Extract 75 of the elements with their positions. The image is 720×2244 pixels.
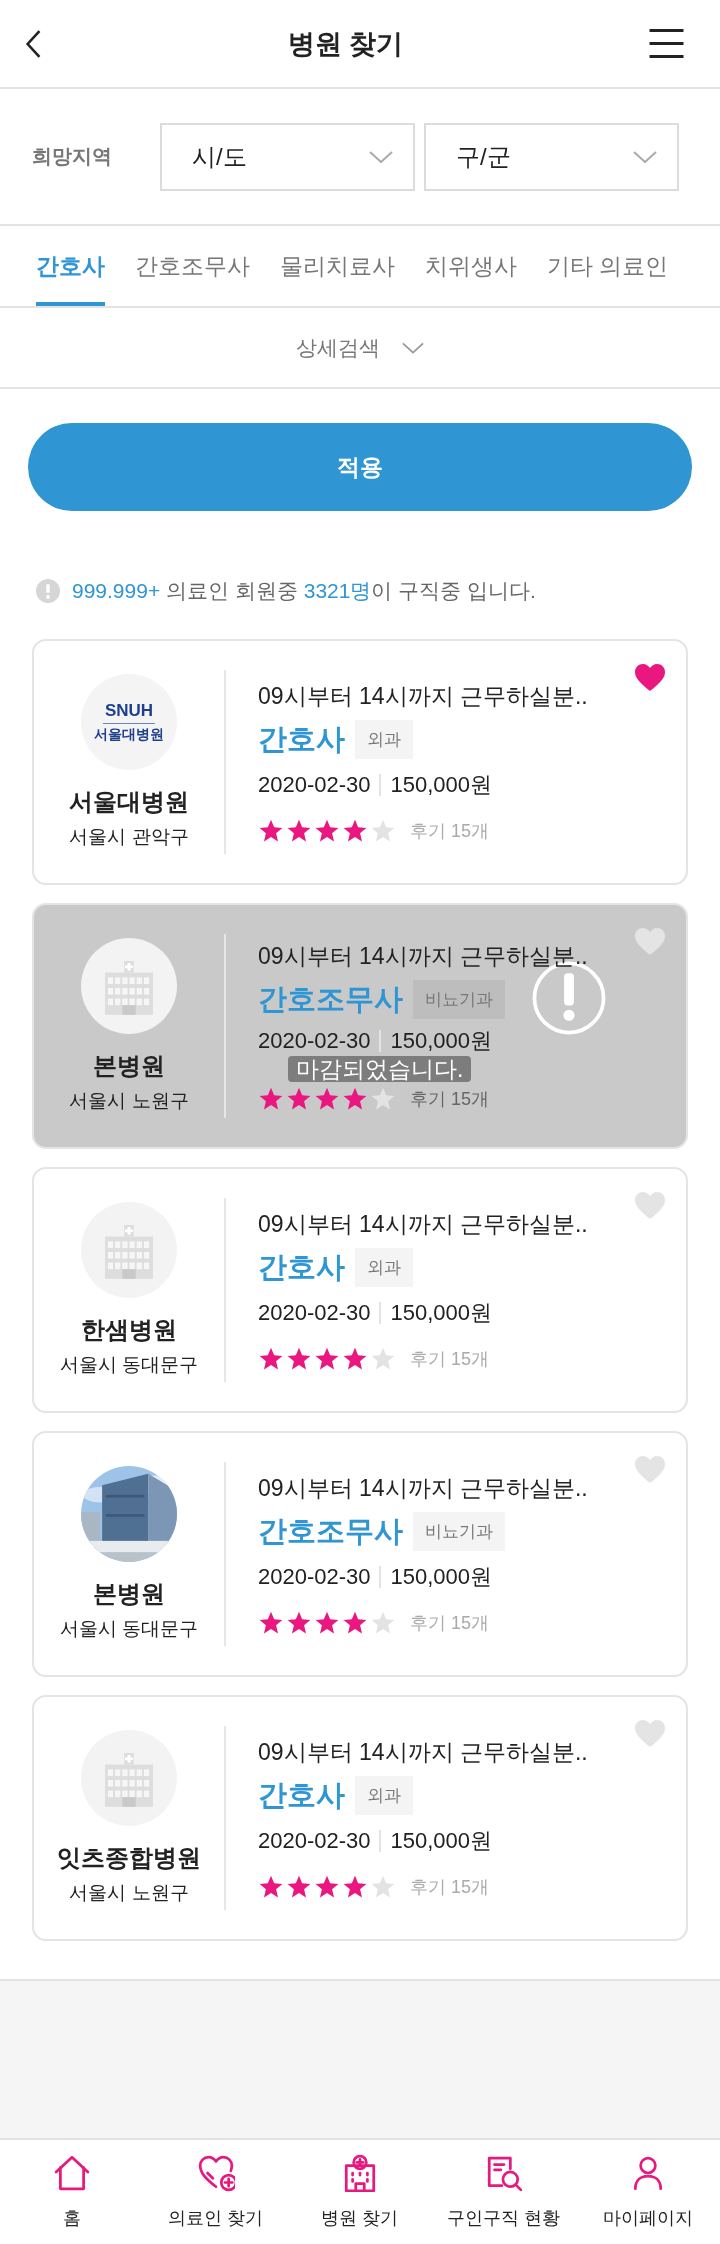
category-tab[interactable]: 간호조무사 [135, 226, 250, 306]
job-card[interactable]: 잇츠종합병원 서울시 노원구 09시부터 14시까지 근무하실분.. 간호사 외과 2020-02-30 150,000원 후기 15개 [32, 1695, 688, 1941]
job-card[interactable]: 본병원 서울시 노원구 09시부터 14시까지 근무하실분.. 간호조무사 비뇨기과 2020-02-30 150,000원 마감되었습니다. 후기 15개 [32, 903, 688, 1149]
nav-item[interactable]: 병원 찾기 [288, 2154, 432, 2230]
review-count: 후기 15개 [410, 1347, 490, 1371]
pay-amount: 150,000원 [389, 1562, 493, 1591]
nav-item[interactable]: 마이페이지 [576, 2154, 720, 2230]
nav-item[interactable]: 구인구직 현황 [432, 2154, 576, 2230]
job-title: 09시부터 14시까지 근무하실분.. [258, 681, 588, 711]
chevron-icon [402, 341, 424, 354]
category-tab[interactable]: 물리치료사 [280, 226, 395, 306]
posting-date: 2020-02-30 [258, 1301, 381, 1324]
hospital-icon [81, 938, 177, 1034]
detail-search-toggle[interactable]: 상세검색 [296, 333, 424, 362]
job-title: 09시부터 14시까지 근무하실분.. [258, 941, 588, 971]
job-card[interactable]: 한샘병원 서울시 동대문구 09시부터 14시까지 근무하실분.. 간호사 외과 2020-02-30 150,000원 후기 15개 [32, 1167, 688, 1413]
hospital-name: 서울대병원 [69, 787, 189, 817]
review-count: 후기 15개 [410, 1611, 490, 1635]
job-role: 간호조무사 [258, 1513, 403, 1549]
pay-amount: 150,000원 [389, 770, 493, 799]
job-role: 간호사 [258, 1777, 345, 1813]
hospital-location: 서울시 관악구 [69, 825, 189, 849]
document-search-icon [485, 2154, 523, 2192]
review-count: 후기 15개 [410, 1875, 490, 1899]
hospital-location: 서울시 노원구 [69, 1881, 189, 1905]
region-label: 희망지역 [32, 144, 113, 169]
category-tab[interactable]: 치위생사 [425, 226, 517, 306]
member-count-text: 999.999+ 의료인 회원중 3321명 이 구직중 입니다. [72, 578, 536, 604]
category-tab[interactable]: 기타 의료인 [547, 226, 669, 306]
department-tag: 외과 [355, 1776, 413, 1815]
department-tag: 외과 [355, 720, 413, 759]
hospital-name: 본병원 [93, 1579, 165, 1609]
job-title: 09시부터 14시까지 근무하실분.. [258, 1473, 588, 1503]
hospital-location: 서울시 동대문구 [59, 1353, 199, 1377]
department-tag: 외과 [355, 1248, 413, 1287]
posting-date: 2020-02-30 [258, 1829, 381, 1852]
hospital-location: 서울시 노원구 [69, 1089, 189, 1113]
job-card[interactable]: SNUH 서울대병원 서울대병원 서울시 관악구 09시부터 14시까지 근무하실분.. 간호사 외과 2020-02-30 150,000원 후기 15개 [32, 639, 688, 885]
hospital-name: 본병원 [93, 1051, 165, 1081]
hospital-name: 한샘병원 [81, 1315, 177, 1345]
region-select[interactable]: 구/군 [424, 122, 679, 191]
posting-date: 2020-02-30 [258, 773, 381, 796]
pay-amount: 150,000원 [389, 1026, 493, 1055]
home-icon [53, 2154, 91, 2192]
review-count: 후기 15개 [410, 1087, 490, 1111]
department-tag: 비뇨기과 [413, 980, 505, 1019]
department-tag: 비뇨기과 [413, 1512, 505, 1551]
posting-date: 2020-02-30 [258, 1565, 381, 1588]
chevron-icon [633, 150, 657, 163]
closed-label: 마감되었습니다. [288, 1055, 472, 1082]
info-icon [36, 579, 60, 603]
nav-item[interactable]: 홈 [0, 2154, 144, 2230]
hospital-logo: SNUH 서울대병원 [81, 674, 177, 770]
chevron-icon [369, 150, 393, 163]
menu-icon[interactable] [649, 28, 684, 59]
heart-icon[interactable] [634, 663, 666, 692]
job-role: 간호사 [258, 1249, 345, 1285]
nav-item[interactable]: 의료인 찾기 [144, 2154, 288, 2230]
pay-amount: 150,000원 [389, 1826, 493, 1855]
pay-amount: 150,000원 [389, 1298, 493, 1327]
hospital-icon [81, 1202, 177, 1298]
job-role: 간호사 [258, 721, 345, 757]
region-select[interactable]: 시/도 [160, 122, 415, 191]
job-card[interactable]: 본병원 서울시 동대문구 09시부터 14시까지 근무하실분.. 간호조무사 비뇨기과 2020-02-30 150,000원 후기 15개 [32, 1431, 688, 1677]
hospital-name: 잇츠종합병원 [57, 1843, 201, 1873]
heart-plus-icon [197, 2154, 235, 2192]
hospital-icon [81, 1730, 177, 1826]
job-title: 09시부터 14시까지 근무하실분.. [258, 1209, 588, 1239]
posting-date: 2020-02-30 [258, 1029, 381, 1052]
back-icon[interactable] [24, 28, 42, 59]
hospital-location: 서울시 동대문구 [59, 1617, 199, 1641]
job-title: 09시부터 14시까지 근무하실분.. [258, 1737, 588, 1767]
job-role: 간호조무사 [258, 981, 403, 1017]
page-title: 병원 찾기 [287, 27, 404, 61]
review-count: 후기 15개 [410, 819, 490, 843]
